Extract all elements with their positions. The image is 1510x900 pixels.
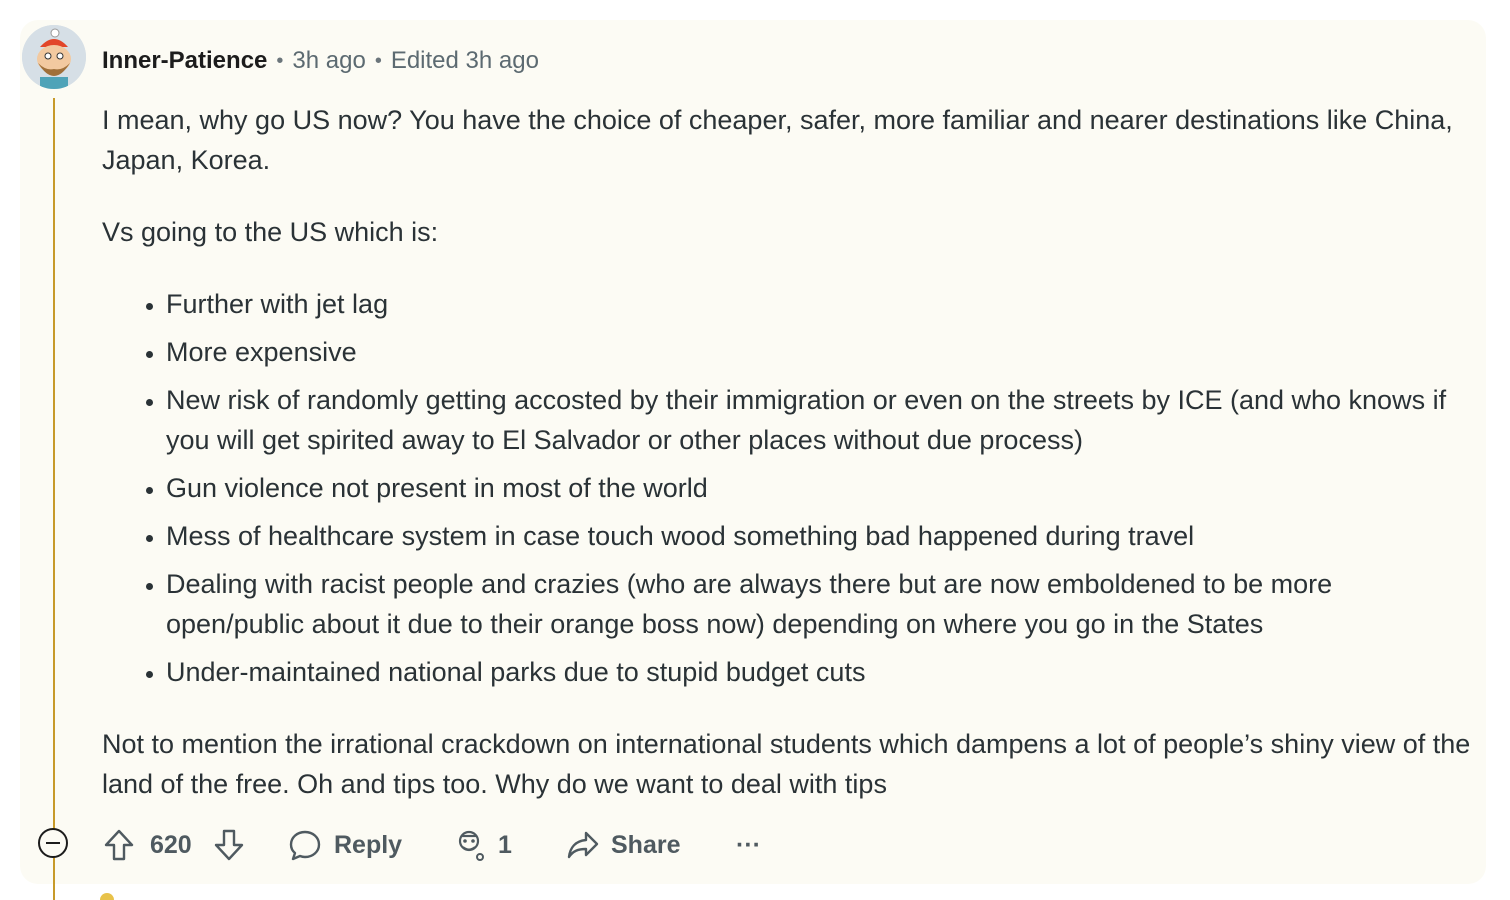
list-item: Dealing with racist people and crazies (… [166,564,1472,644]
award-button[interactable]: 1 [452,822,512,868]
award-icon [458,830,484,861]
comment-paragraph: I mean, why go US now? You have the choi… [102,105,1453,175]
share-label: Share [611,830,681,859]
arrow-down-icon [214,829,244,861]
list-item: Mess of healthcare system in case touch … [166,516,1472,556]
comment-paragraph: Not to mention the irrational crackdown … [102,729,1471,799]
arrow-up-icon [104,829,134,861]
avatar[interactable] [22,25,86,89]
award-count: 1 [498,830,512,859]
edited-label: Edited 3h ago [390,47,539,74]
upvote-button[interactable] [102,822,136,868]
reply-label: Reply [334,830,403,859]
list-item: More expensive [166,332,1472,372]
comment-body: I mean, why go US now? You have the choi… [102,100,1472,804]
share-button[interactable]: Share [566,822,680,868]
thread-line[interactable] [53,98,55,900]
list-item: New risk of randomly getting accosted by… [166,380,1472,460]
share-arrow-icon [567,831,599,859]
ellipsis-icon: ··· [736,830,761,859]
timestamp[interactable]: 3h ago [292,47,365,75]
bullet-list: Further with jet lag More expensive New … [102,284,1472,692]
speech-bubble-icon [289,830,321,861]
more-options-button[interactable]: ··· [736,822,761,868]
username-link[interactable]: Inner-Patience [102,47,267,75]
separator-dot: • [276,49,284,72]
vote-count: 620 [150,830,192,859]
separator-dot: • [374,49,382,72]
comment-paragraph: Vs going to the US which is: [102,217,439,247]
list-item: Under-maintained national parks due to s… [166,652,1472,692]
child-comment-avatar-icon [100,893,114,900]
action-bar: 620 Reply 1 Share ··· [0,822,1510,868]
reply-button[interactable]: Reply [288,822,402,868]
list-item: Gun violence not present in most of the … [166,468,1472,508]
list-item: Further with jet lag [166,284,1472,324]
downvote-button[interactable] [212,822,246,868]
comment-header: Inner-Patience • 3h ago • Edited 3h ago [102,44,539,78]
